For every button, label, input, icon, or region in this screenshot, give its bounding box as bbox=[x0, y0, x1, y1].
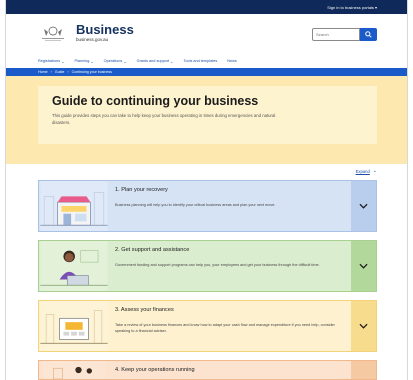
hero-card: Guide to continuing your business This g… bbox=[38, 86, 377, 144]
step-card-description: Government funding and support programs … bbox=[115, 263, 320, 267]
chevron-down-icon: ⌄ bbox=[372, 168, 377, 174]
chevron-down-icon: ⌄ bbox=[123, 58, 127, 64]
breadcrumb-current: Continuing your business bbox=[71, 70, 112, 74]
breadcrumb-guide[interactable]: Guide bbox=[55, 70, 65, 74]
chevron-down-icon: ⌄ bbox=[90, 58, 94, 64]
step-card-toggle[interactable] bbox=[351, 301, 376, 351]
brand-url: business.gov.au bbox=[76, 37, 109, 42]
step-card-body: 3. Assess your finances Take a review of… bbox=[109, 301, 351, 351]
nav-item-registrations[interactable]: Registrations ⌄ bbox=[38, 59, 65, 64]
step-card-support[interactable]: 2. Get support and assistance Government… bbox=[38, 240, 377, 292]
search-form bbox=[312, 28, 377, 41]
breadcrumb-separator: › bbox=[67, 70, 69, 74]
people-illustration bbox=[42, 361, 106, 379]
step-card-toggle[interactable] bbox=[351, 361, 376, 379]
person-laptop-illustration bbox=[40, 241, 108, 291]
brand[interactable]: Business business.gov.au bbox=[76, 22, 134, 43]
guide-steps: 1. Plan your recovery Business planning … bbox=[38, 180, 377, 380]
step-card-title: 1. Plan your recovery bbox=[115, 187, 168, 193]
step-card-title: 3. Assess your finances bbox=[115, 307, 174, 313]
page-intro: This guide provides steps you can take t… bbox=[52, 113, 276, 125]
calculator-illustration bbox=[40, 301, 108, 351]
step-card-description: Business planning will help you to ident… bbox=[115, 203, 276, 207]
page-title: Guide to continuing your business bbox=[52, 94, 259, 108]
step-card-description: Take a review of your business finances … bbox=[115, 323, 335, 333]
breadcrumb-home[interactable]: Home bbox=[38, 70, 48, 74]
chevron-down-icon: ⌄ bbox=[170, 58, 174, 64]
step-card-operations[interactable]: 4. Keep your operations running bbox=[38, 360, 377, 380]
shopfront-illustration bbox=[40, 181, 108, 231]
search-button[interactable] bbox=[360, 28, 377, 41]
nav-item-operations[interactable]: Operations ⌄ bbox=[104, 59, 127, 64]
step-card-plan-recovery[interactable]: 1. Plan your recovery Business planning … bbox=[38, 180, 377, 232]
step-card-title: 2. Get support and assistance bbox=[115, 247, 190, 253]
nav-item-news[interactable]: News bbox=[227, 59, 237, 63]
hero-banner: Guide to continuing your business This g… bbox=[6, 76, 407, 164]
step-card-body: 2. Get support and assistance Government… bbox=[109, 241, 351, 291]
expand-all-label: Expand bbox=[355, 168, 370, 174]
chevron-down-icon bbox=[359, 323, 368, 329]
chevron-down-icon bbox=[359, 203, 368, 209]
expand-all-control[interactable]: Expand ⌄ bbox=[6, 166, 377, 176]
brand-name: Business bbox=[76, 22, 134, 37]
top-utility-bar: Sign in to business portals ▾ bbox=[6, 0, 407, 14]
search-icon bbox=[365, 31, 372, 38]
breadcrumb: Home › Guide › Continuing your business bbox=[6, 68, 407, 76]
chevron-down-icon: ⌄ bbox=[61, 58, 65, 64]
search-input[interactable] bbox=[312, 28, 360, 41]
sign-in-link[interactable]: Sign in to business portals ▾ bbox=[327, 5, 377, 10]
crest-icon bbox=[42, 26, 64, 41]
step-card-title: 4. Keep your operations running bbox=[115, 367, 195, 373]
breadcrumb-separator: › bbox=[50, 70, 52, 74]
step-card-body: 4. Keep your operations running bbox=[109, 361, 351, 379]
step-card-finances[interactable]: 3. Assess your finances Take a review of… bbox=[38, 300, 377, 352]
site-header: Business business.gov.au bbox=[6, 14, 407, 54]
nav-item-tools[interactable]: Tools and templates bbox=[183, 59, 217, 63]
step-card-toggle[interactable] bbox=[351, 181, 376, 231]
step-card-toggle[interactable] bbox=[351, 241, 376, 291]
chevron-down-icon bbox=[359, 263, 368, 269]
nav-item-planning[interactable]: Planning ⌄ bbox=[75, 59, 94, 64]
nav-item-grants[interactable]: Grants and support ⌄ bbox=[137, 59, 174, 64]
step-card-body: 1. Plan your recovery Business planning … bbox=[109, 181, 351, 231]
main-nav: Registrations ⌄ Planning ⌄ Operations ⌄ Gra… bbox=[6, 54, 407, 68]
page-frame: Sign in to business portals ▾ Business b… bbox=[5, 0, 408, 380]
